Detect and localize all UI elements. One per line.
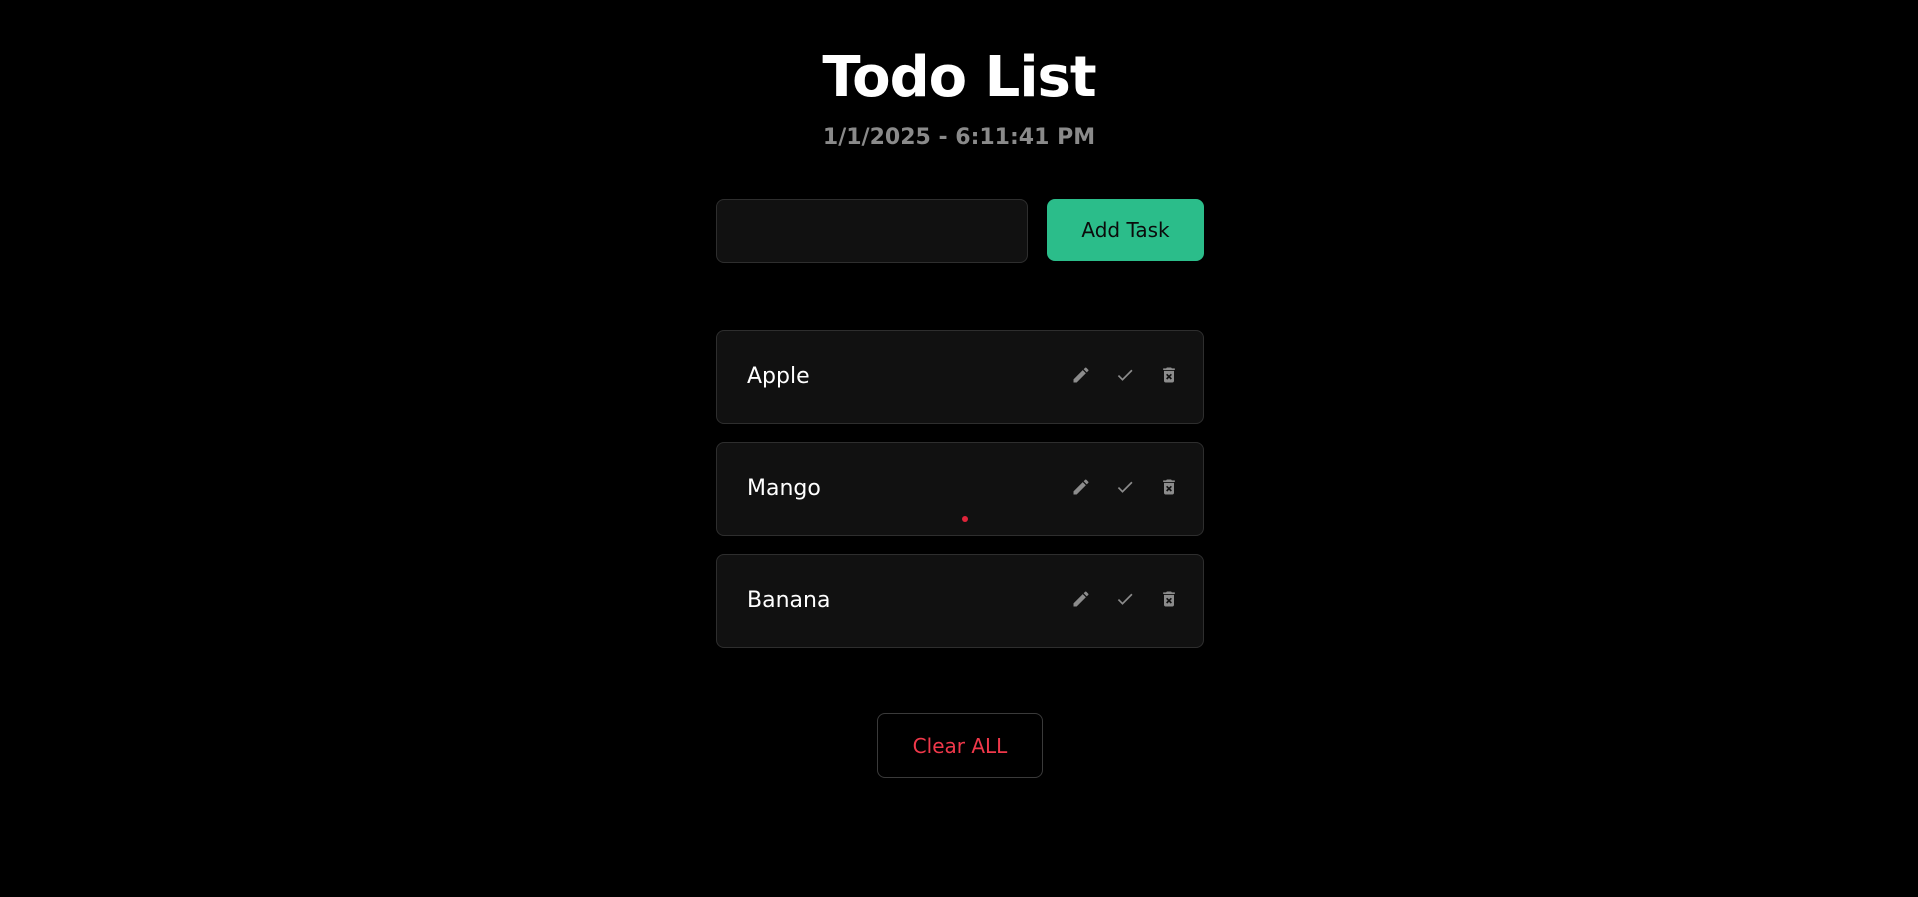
pencil-icon [1073, 367, 1089, 383]
task-actions [1069, 555, 1181, 643]
delete-button[interactable] [1157, 475, 1181, 499]
edit-button[interactable] [1069, 363, 1093, 387]
complete-button[interactable] [1113, 587, 1137, 611]
task-actions [1069, 331, 1181, 419]
delete-button[interactable] [1157, 363, 1181, 387]
edit-button[interactable] [1069, 587, 1093, 611]
check-icon [1117, 593, 1133, 605]
task-label: Banana [747, 588, 831, 613]
clear-all-button[interactable]: Clear ALL [877, 713, 1043, 778]
check-icon [1117, 369, 1133, 381]
add-task-button[interactable]: Add Task [1047, 199, 1204, 261]
task-item: Apple [716, 330, 1204, 424]
task-item: Mango [716, 442, 1204, 536]
check-icon [1117, 481, 1133, 493]
edit-button[interactable] [1069, 475, 1093, 499]
task-label: Mango [747, 476, 821, 501]
timestamp: 1/1/2025 - 6:11:41 PM [822, 125, 1096, 150]
delete-button[interactable] [1157, 587, 1181, 611]
task-actions [1069, 443, 1181, 531]
task-list: Apple Mango Banana [716, 330, 1204, 666]
task-input[interactable] [716, 199, 1028, 263]
page-title: Todo List [822, 45, 1096, 110]
mouse-cursor-indicator [962, 516, 968, 522]
trash-icon [1163, 591, 1175, 607]
pencil-icon [1073, 479, 1089, 495]
trash-icon [1163, 479, 1175, 495]
task-label: Apple [747, 364, 810, 389]
complete-button[interactable] [1113, 475, 1137, 499]
complete-button[interactable] [1113, 363, 1137, 387]
pencil-icon [1073, 591, 1089, 607]
trash-icon [1163, 367, 1175, 383]
task-item: Banana [716, 554, 1204, 648]
